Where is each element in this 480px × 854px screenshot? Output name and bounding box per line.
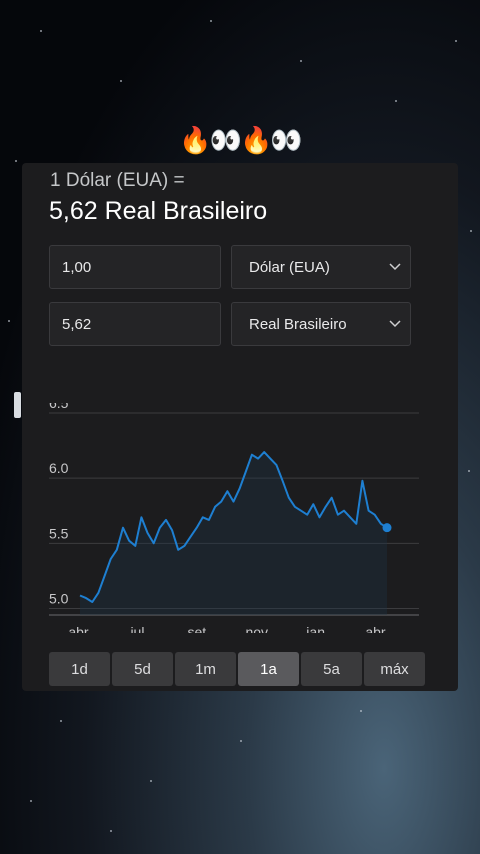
side-handle[interactable]: [14, 392, 21, 418]
tab-5d[interactable]: 5d: [112, 652, 173, 686]
conversion-result: 5,62 Real Brasileiro: [49, 197, 268, 225]
input-amount-field[interactable]: 1,00: [49, 245, 221, 289]
input-currency-label: Dólar (EUA): [249, 258, 330, 276]
y-tick-label: 6.5: [49, 403, 69, 411]
x-tick-label: jul.: [129, 624, 148, 633]
input-currency-select[interactable]: Dólar (EUA): [231, 245, 411, 289]
x-tick-label: nov.: [245, 624, 270, 633]
tab-máx[interactable]: máx: [364, 652, 425, 686]
x-tick-label: abr.: [365, 624, 388, 633]
currency-converter-card: 1 Dólar (EUA) = 5,62 Real Brasileiro 1,0…: [22, 163, 458, 691]
x-tick-label: set.: [188, 624, 211, 633]
y-tick-label: 6.0: [49, 460, 69, 476]
output-currency-select[interactable]: Real Brasileiro: [231, 302, 411, 346]
output-currency-label: Real Brasileiro: [249, 315, 347, 333]
output-amount-value: 5,62: [62, 315, 92, 333]
emoji-caption: 🔥👀🔥👀: [179, 126, 303, 156]
tab-5a[interactable]: 5a: [301, 652, 362, 686]
from-label: 1 Dólar (EUA) =: [50, 170, 185, 191]
series-end-point: [382, 523, 392, 533]
y-tick-label: 5.0: [49, 590, 69, 606]
chevron-down-icon: [388, 260, 402, 274]
tab-1m[interactable]: 1m: [175, 652, 236, 686]
tab-1a[interactable]: 1a: [238, 652, 299, 686]
chevron-down-icon: [388, 317, 402, 331]
chart-svg: 5.0 5.5 6.0 6.5 abr. jul. set. nov. jan. abr.: [49, 395, 419, 640]
x-tick-label: abr.: [68, 624, 91, 633]
y-tick-label: 5.5: [49, 525, 69, 541]
tab-1d[interactable]: 1d: [49, 652, 110, 686]
exchange-rate-chart: 5.0 5.5 6.0 6.5 abr. jul. set. nov. jan. abr.: [22, 395, 458, 640]
x-tick-label: jan.: [305, 624, 329, 633]
time-range-tabs: 1d 5d 1m 1a 5a máx: [49, 652, 425, 686]
input-amount-value: 1,00: [62, 258, 92, 276]
output-amount-field[interactable]: 5,62: [49, 302, 221, 346]
